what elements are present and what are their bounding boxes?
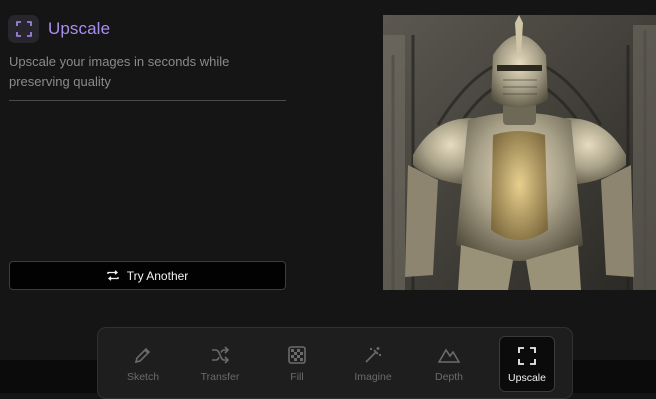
pencil-icon (133, 344, 153, 366)
shuffle-arrows-icon (107, 270, 119, 281)
panel-header: Upscale (8, 15, 110, 43)
magic-wand-icon (363, 344, 383, 366)
tool-imagine[interactable]: Imagine (346, 336, 400, 390)
tool-selector-toolbar: Sketch Transfer Fill Imagine Depth Upsca… (97, 327, 573, 399)
tool-label: Imagine (354, 371, 392, 383)
tool-label: Upscale (508, 372, 546, 384)
page-subtitle: Upscale your images in seconds while pre… (9, 54, 230, 89)
try-another-label: Try Another (126, 268, 189, 283)
tool-sketch[interactable]: Sketch (116, 336, 170, 390)
shuffle-icon (210, 344, 230, 366)
upscaled-image-preview (383, 15, 656, 290)
tool-label: Depth (434, 371, 464, 383)
upscale-icon (8, 15, 39, 43)
mountain-icon (438, 344, 460, 366)
tool-depth[interactable]: Depth (422, 336, 476, 390)
upscale-icon (518, 345, 536, 367)
tool-upscale[interactable]: Upscale (499, 336, 555, 392)
tool-fill[interactable]: Fill (270, 336, 324, 390)
checkerboard-icon (287, 344, 307, 366)
tool-label: Transfer (200, 371, 240, 383)
divider (9, 100, 286, 101)
tool-label: Sketch (126, 371, 160, 383)
try-another-button[interactable]: Try Another (9, 261, 286, 290)
page-title: Upscale (48, 19, 111, 38)
tool-label: Fill (290, 371, 304, 383)
tool-transfer[interactable]: Transfer (193, 336, 247, 390)
